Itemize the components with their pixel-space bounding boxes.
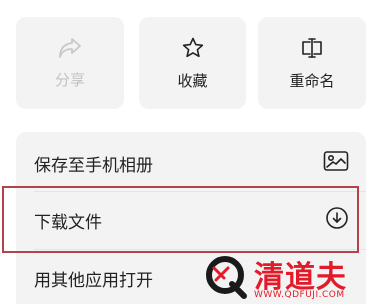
- rename-label: 重命名: [289, 71, 335, 90]
- favorite-label: 收藏: [177, 71, 208, 90]
- menu-item-label: 保存至手机相册: [34, 155, 153, 176]
- menu-item-download-file[interactable]: 下载文件: [16, 193, 366, 247]
- watermark-logo-icon: [206, 256, 247, 299]
- quick-actions: 分享 收藏 重命名: [0, 0, 386, 115]
- share-icon: [58, 37, 82, 59]
- divider: [34, 191, 366, 192]
- menu-item-save-to-album[interactable]: 保存至手机相册: [16, 136, 366, 190]
- favorite-button[interactable]: 收藏: [139, 17, 246, 109]
- rename-button[interactable]: 重命名: [258, 17, 366, 109]
- menu-item-label: 用其他应用打开: [34, 270, 153, 291]
- share-button[interactable]: 分享: [16, 17, 124, 109]
- image-icon: [323, 150, 349, 177]
- rename-icon: [299, 36, 325, 60]
- star-icon: [181, 36, 205, 60]
- watermark: 清道夫 WWW.QDFUJI.COM: [204, 250, 386, 304]
- download-icon: [325, 206, 349, 235]
- watermark-url: WWW.QDFUJI.COM: [254, 290, 345, 300]
- share-label: 分享: [54, 70, 85, 89]
- menu-item-label: 下载文件: [34, 212, 102, 233]
